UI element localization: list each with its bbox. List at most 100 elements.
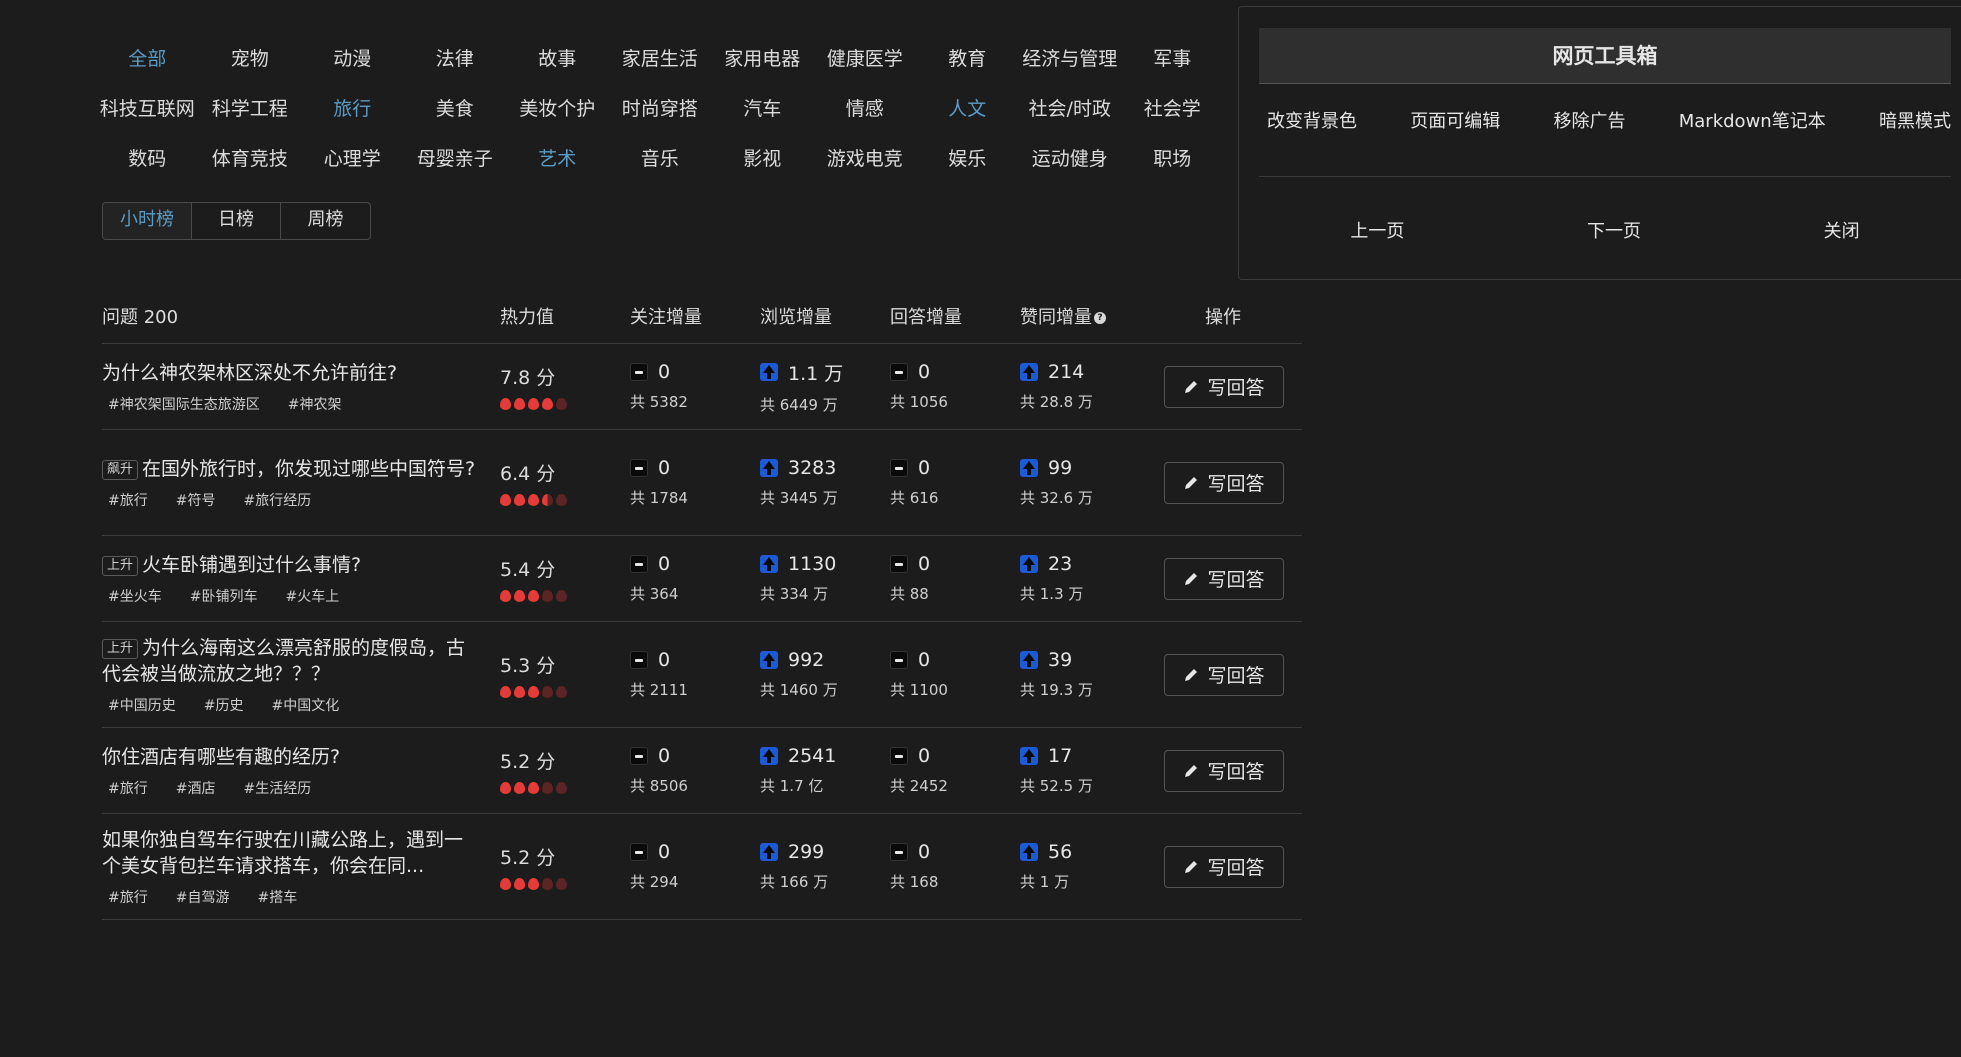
category-item[interactable]: 音乐	[609, 144, 712, 171]
topic-tags: #旅行 #自驾游 #搭车	[102, 887, 476, 907]
answer-cell: 0 共 2452	[890, 745, 1020, 796]
category-item[interactable]: 科技互联网	[96, 94, 199, 121]
question-title-text[interactable]: 如果你独自驾车行驶在川藏公路上，遇到一个美女背包拦车请求搭车，你会在同...	[102, 829, 463, 877]
category-item[interactable]: 影视	[711, 144, 814, 171]
category-item[interactable]: 心理学	[301, 144, 404, 171]
toolbox-action[interactable]: 改变背景色	[1267, 107, 1357, 133]
topic-tag[interactable]: #卧铺列车	[190, 589, 258, 605]
toolbox-action[interactable]: 页面可编辑	[1410, 107, 1500, 133]
write-answer-button[interactable]: 写回答	[1164, 365, 1284, 408]
category-item[interactable]: 教育	[916, 44, 1019, 71]
header-heat: 热力值	[500, 306, 554, 328]
minus-icon	[890, 747, 908, 765]
tab-ranking[interactable]: 周榜	[281, 203, 370, 239]
category-item[interactable]: 人文	[916, 94, 1019, 121]
question-title[interactable]: 你住酒店有哪些有趣的经历?	[102, 744, 476, 770]
category-item[interactable]: 情感	[814, 94, 917, 121]
write-answer-button[interactable]: 写回答	[1164, 461, 1284, 504]
question-title[interactable]: 上升 火车卧铺遇到过什么事情?	[102, 552, 476, 578]
topic-tag[interactable]: #神农架	[288, 397, 342, 413]
category-item[interactable]: 母婴亲子	[404, 144, 507, 171]
topic-tag[interactable]: #酒店	[176, 781, 216, 797]
topic-tag[interactable]: #自驾游	[176, 890, 230, 906]
category-item[interactable]: 动漫	[301, 44, 404, 71]
toolbox-nav-item[interactable]: 关闭	[1824, 217, 1860, 243]
topic-tag[interactable]: #神农架国际生态旅游区	[108, 397, 260, 413]
category-item[interactable]: 故事	[506, 44, 609, 71]
category-item[interactable]: 经济与管理	[1019, 44, 1122, 71]
tab-ranking[interactable]: 日榜	[192, 203, 281, 239]
category-item[interactable]: 美食	[404, 94, 507, 121]
category-item[interactable]: 娱乐	[916, 144, 1019, 171]
category-item[interactable]: 全部	[96, 44, 199, 71]
view-delta: 2541	[760, 745, 890, 767]
category-item[interactable]: 宠物	[199, 44, 302, 71]
toolbox-action[interactable]: Markdown笔记本	[1679, 107, 1826, 133]
category-item[interactable]: 数码	[96, 144, 199, 171]
category-item[interactable]: 社会学	[1121, 94, 1224, 121]
trend-badge: 飙升	[102, 459, 139, 480]
category-item[interactable]: 艺术	[506, 144, 609, 171]
write-answer-button[interactable]: 写回答	[1164, 749, 1284, 792]
flame-icon	[528, 782, 539, 794]
topic-tag[interactable]: #坐火车	[108, 589, 162, 605]
topic-tag[interactable]: #中国文化	[271, 698, 339, 714]
view-delta-value: 2541	[788, 745, 837, 767]
question-title-text[interactable]: 在国外旅行时，你发现过哪些中国符号?	[142, 458, 475, 480]
topic-tag[interactable]: #火车上	[285, 589, 339, 605]
write-answer-button[interactable]: 写回答	[1164, 557, 1284, 600]
question-title-text[interactable]: 为什么神农架林区深处不允许前往?	[102, 362, 397, 384]
category-item[interactable]: 法律	[404, 44, 507, 71]
topic-tag[interactable]: #旅行	[108, 493, 148, 509]
tab-ranking[interactable]: 小时榜	[103, 203, 192, 239]
arrow-up-icon	[760, 843, 778, 861]
category-item[interactable]: 军事	[1121, 44, 1224, 71]
category-item[interactable]: 汽车	[711, 94, 814, 121]
question-title-text[interactable]: 为什么海南这么漂亮舒服的度假岛，古代会被当做流放之地？？？	[102, 637, 465, 685]
answer-delta-value: 0	[918, 841, 931, 863]
category-item[interactable]: 旅行	[301, 94, 404, 121]
minus-icon	[630, 843, 648, 861]
write-answer-label: 写回答	[1207, 377, 1265, 399]
toolbox-nav-item[interactable]: 下一页	[1587, 217, 1641, 243]
question-title-text[interactable]: 火车卧铺遇到过什么事情?	[142, 554, 361, 576]
toolbox-nav-item[interactable]: 上一页	[1350, 217, 1404, 243]
arrow-up-icon	[1020, 843, 1038, 861]
answer-delta: 0	[890, 841, 1020, 863]
question-title[interactable]: 上升 为什么海南这么漂亮舒服的度假岛，古代会被当做流放之地？？？	[102, 635, 476, 687]
help-icon[interactable]: ?	[1094, 311, 1106, 324]
category-item[interactable]: 职场	[1121, 144, 1224, 171]
category-item[interactable]: 社会/时政	[1019, 94, 1122, 121]
write-answer-button[interactable]: 写回答	[1164, 653, 1284, 696]
topic-tag[interactable]: #历史	[204, 698, 244, 714]
topic-tag[interactable]: #旅行	[108, 890, 148, 906]
write-answer-button[interactable]: 写回答	[1164, 845, 1284, 888]
category-item[interactable]: 家居生活	[609, 44, 712, 71]
toolbox-action[interactable]: 暗黑模式	[1879, 107, 1951, 133]
op-cell: 写回答	[1164, 365, 1284, 408]
topic-tag[interactable]: #中国历史	[108, 698, 176, 714]
arrow-up-icon	[1020, 363, 1038, 381]
topic-tag[interactable]: #符号	[176, 493, 216, 509]
view-delta: 992	[760, 649, 890, 671]
question-title[interactable]: 为什么神农架林区深处不允许前往?	[102, 360, 476, 386]
flame-icon	[500, 686, 511, 698]
question-title-text[interactable]: 你住酒店有哪些有趣的经历?	[102, 746, 340, 768]
topic-tag[interactable]: #旅行	[108, 781, 148, 797]
category-item[interactable]: 健康医学	[814, 44, 917, 71]
category-item[interactable]: 游戏电竞	[814, 144, 917, 171]
category-item[interactable]: 家用电器	[711, 44, 814, 71]
category-item[interactable]: 美妆个护	[506, 94, 609, 121]
question-title[interactable]: 飙升 在国外旅行时，你发现过哪些中国符号?	[102, 456, 476, 482]
category-item[interactable]: 科学工程	[199, 94, 302, 121]
topic-tag[interactable]: #生活经历	[243, 781, 311, 797]
toolbox-divider	[1259, 176, 1951, 177]
category-item[interactable]: 时尚穿搭	[609, 94, 712, 121]
toolbox-action[interactable]: 移除广告	[1554, 107, 1626, 133]
category-item[interactable]: 运动健身	[1019, 144, 1122, 171]
category-item[interactable]: 体育竞技	[199, 144, 302, 171]
topic-tag[interactable]: #旅行经历	[243, 493, 311, 509]
topic-tag[interactable]: #搭车	[257, 890, 297, 906]
view-total: 共 166 万	[760, 873, 829, 891]
question-title[interactable]: 如果你独自驾车行驶在川藏公路上，遇到一个美女背包拦车请求搭车，你会在同...	[102, 827, 476, 879]
